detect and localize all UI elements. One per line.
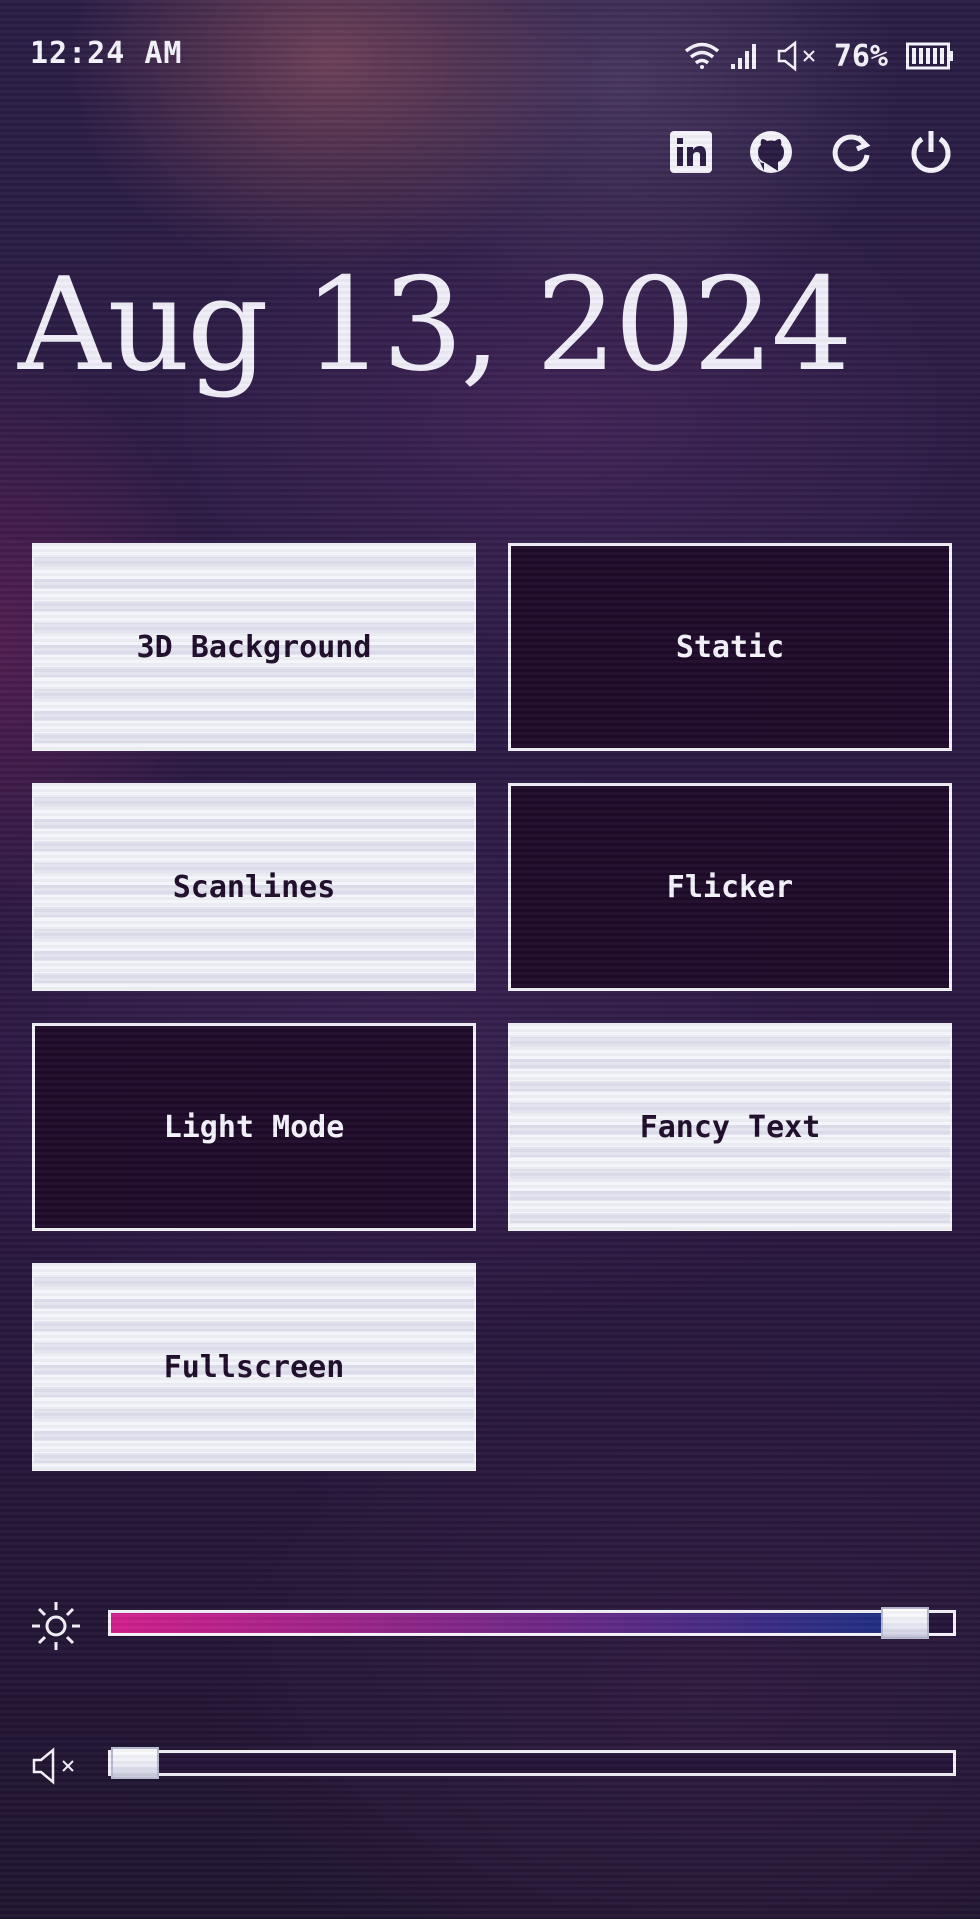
status-icons: 76% [684,34,954,78]
refresh-icon[interactable] [828,126,874,178]
signal-icon [730,42,758,70]
battery-icon [906,41,954,71]
volume-slider[interactable] [108,1747,956,1779]
muted-speaker-icon [776,40,820,72]
volume-thumb[interactable] [111,1747,159,1779]
date-display: Aug 13, 2024 [18,251,852,400]
toggle-light-mode-button[interactable]: Light Mode [32,1023,476,1231]
brightness-thumb[interactable] [881,1607,929,1639]
brightness-slider[interactable] [108,1607,956,1639]
status-bar: 12:24 AM 76% [0,0,980,110]
toggle-fancy-text-button[interactable]: Fancy Text [508,1023,952,1231]
toggle-fullscreen-button[interactable]: Fullscreen [32,1263,476,1471]
status-time: 12:24 AM [30,36,183,71]
muted-speaker-icon [28,1738,84,1794]
toggle-static-button[interactable]: Static [508,543,952,751]
github-icon[interactable] [748,126,794,178]
toggle-flicker-button[interactable]: Flicker [508,783,952,991]
brightness-slider-row [28,1598,958,1658]
power-icon[interactable] [908,126,954,178]
wifi-icon [684,42,720,70]
toggle-3d-background-button[interactable]: 3D Background [32,543,476,751]
top-actions [668,126,954,178]
linkedin-icon[interactable] [668,126,714,178]
brightness-fill [111,1613,905,1633]
battery-percent: 76% [833,38,888,74]
volume-slider-row [28,1738,958,1798]
sun-icon [28,1598,84,1654]
toggle-scanlines-button[interactable]: Scanlines [32,783,476,991]
